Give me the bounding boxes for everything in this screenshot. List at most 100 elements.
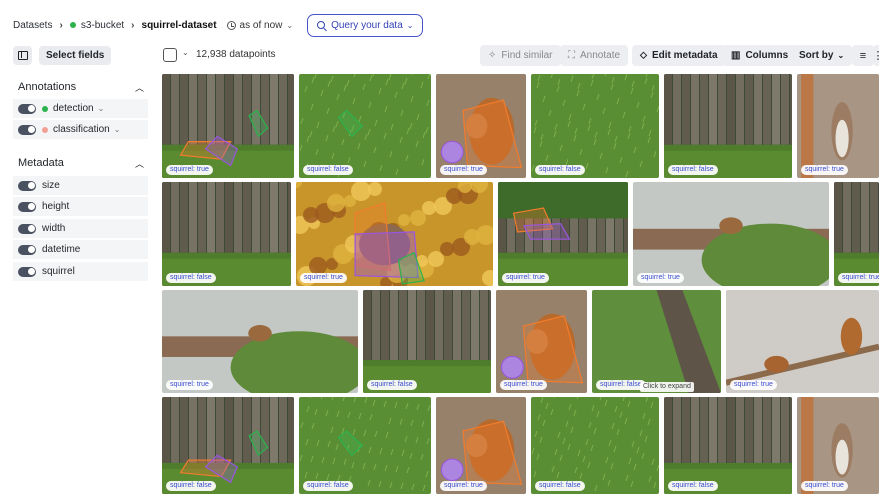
columns-button[interactable]: ▥ Columns: [723, 45, 797, 66]
chevron-right-icon: ›: [131, 19, 135, 31]
classification-tag: squirrel: false: [668, 165, 718, 175]
image-grid: squirrel: true squirrel: false squirrel: t…: [162, 74, 879, 494]
image-thumbnail: [162, 397, 294, 494]
classification-tag: squirrel: true: [166, 380, 213, 390]
image-tile[interactable]: squirrel: false: [363, 290, 491, 393]
image-tile[interactable]: squirrel: false: [299, 397, 431, 494]
classification-tag: squirrel: false: [596, 380, 646, 390]
annotation-label: detection: [53, 103, 94, 114]
classification-tag: squirrel: true: [440, 165, 487, 175]
image-thumbnail: [592, 290, 721, 393]
chevron-down-icon: ⌄: [837, 51, 845, 60]
list-view-icon[interactable]: ≡: [852, 45, 874, 66]
breadcrumb-bucket[interactable]: s3-bucket: [81, 20, 124, 31]
classification-tag: squirrel: false: [535, 165, 585, 175]
chevron-down-icon[interactable]: ⌄: [98, 104, 105, 113]
chevron-down-icon[interactable]: ⌄: [182, 48, 189, 57]
find-similar-label: Find similar: [501, 50, 553, 61]
search-icon: [317, 21, 326, 29]
image-tile[interactable]: squirrel: true: [834, 182, 879, 286]
image-tile[interactable]: squirrel: true: [436, 74, 526, 178]
image-tile[interactable]: squirrel: false: [531, 397, 659, 494]
image-thumbnail: [633, 182, 829, 286]
field-toggle[interactable]: [18, 103, 36, 114]
annotation-row-detection[interactable]: detection ⌄: [13, 99, 148, 119]
field-toggle[interactable]: [18, 180, 36, 191]
metadata-row-width[interactable]: width: [13, 219, 148, 239]
breadcrumb-dataset[interactable]: squirrel-dataset: [142, 20, 217, 31]
sparkle-icon: ✧: [488, 50, 497, 61]
image-tile[interactable]: squirrel: true: [726, 290, 879, 393]
classification-tag: squirrel: false: [166, 481, 216, 491]
annotate-icon: ⛶: [568, 50, 575, 61]
annotations-section-header[interactable]: Annotations ︿: [13, 77, 148, 97]
classification-tag: squirrel: false: [367, 380, 417, 390]
image-tile[interactable]: squirrel: false: [592, 290, 721, 393]
tag-icon: ⬦: [640, 50, 647, 61]
version-selector[interactable]: as of now ⌄: [226, 19, 293, 31]
select-all-checkbox[interactable]: [163, 48, 177, 62]
classification-tag: squirrel: true: [166, 165, 213, 175]
grid-view-icon[interactable]: ⋮: [873, 45, 879, 66]
version-label: as of now: [239, 19, 283, 31]
annotate-button[interactable]: ⛶ Annotate: [560, 45, 629, 66]
image-tile[interactable]: squirrel: true: [633, 182, 829, 286]
image-tile[interactable]: squirrel: false: [664, 74, 792, 178]
query-button-label: Query your data: [331, 19, 403, 31]
metadata-row-size[interactable]: size: [13, 176, 148, 196]
image-thumbnail: [496, 290, 587, 393]
field-toggle[interactable]: [18, 266, 36, 277]
sort-by-button[interactable]: Sort by ⌄: [791, 45, 853, 66]
image-tile[interactable]: squirrel: false: [664, 397, 792, 494]
metadata-row-datetime[interactable]: datetime: [13, 240, 148, 260]
metadata-title: Metadata: [18, 157, 64, 169]
image-tile[interactable]: squirrel: true: [162, 74, 294, 178]
query-data-button[interactable]: Query your data ⌄: [307, 13, 424, 37]
chevron-down-icon: ⌄: [406, 20, 414, 30]
image-tile[interactable]: squirrel: false: [162, 397, 294, 494]
classification-tag: squirrel: true: [730, 380, 777, 390]
classification-tag: squirrel: false: [166, 273, 216, 283]
metadata-label: size: [42, 180, 60, 191]
image-thumbnail: [436, 397, 526, 494]
image-tile[interactable]: squirrel: true: [498, 182, 628, 286]
metadata-label: squirrel: [42, 266, 75, 277]
select-fields-button[interactable]: Select fields: [39, 46, 112, 65]
find-similar-button[interactable]: ✧ Find similar: [480, 45, 561, 66]
classification-tag: squirrel: true: [801, 481, 848, 491]
field-toggle[interactable]: [18, 201, 36, 212]
metadata-row-height[interactable]: height: [13, 197, 148, 217]
grid-toolbar: ⌄ 12,938 datapoints ✧ Find similar ⛶ Ann…: [163, 45, 879, 66]
classification-tag: squirrel: true: [637, 273, 684, 283]
classification-tag: squirrel: true: [502, 273, 549, 283]
annotation-row-classification[interactable]: classification ⌄: [13, 120, 148, 140]
image-tile[interactable]: squirrel: true: [496, 290, 587, 393]
image-tile[interactable]: squirrel: false: [162, 182, 291, 286]
image-tile[interactable]: squirrel: true: [797, 74, 879, 178]
metadata-section-header[interactable]: Metadata ︿: [13, 153, 148, 173]
breadcrumb-datasets[interactable]: Datasets: [13, 20, 52, 31]
sidebar-panel-icon: [17, 51, 28, 60]
image-tile[interactable]: squirrel: false: [531, 74, 659, 178]
chevron-down-icon[interactable]: ⌄: [114, 125, 121, 134]
image-thumbnail: [296, 182, 493, 286]
image-tile[interactable]: squirrel: true: [296, 182, 493, 286]
edit-metadata-button[interactable]: ⬦ Edit metadata: [632, 45, 726, 66]
classification-tag: squirrel: false: [668, 481, 718, 491]
field-toggle[interactable]: [18, 223, 36, 234]
breadcrumb: Datasets › s3-bucket › squirrel-dataset …: [0, 0, 879, 50]
field-toggle[interactable]: [18, 124, 36, 135]
toggle-sidebar-button[interactable]: [13, 46, 32, 65]
click-to-expand-hint: Click to expand: [640, 382, 694, 392]
image-tile[interactable]: squirrel: true: [797, 397, 879, 494]
image-tile[interactable]: squirrel: true: [162, 290, 358, 393]
field-toggle[interactable]: [18, 244, 36, 255]
metadata-row-squirrel[interactable]: squirrel: [13, 262, 148, 282]
image-thumbnail: [162, 182, 291, 286]
image-thumbnail: [726, 290, 879, 393]
image-tile[interactable]: squirrel: true: [436, 397, 526, 494]
image-tile[interactable]: squirrel: false: [299, 74, 431, 178]
image-thumbnail: [531, 397, 659, 494]
metadata-label: datetime: [42, 244, 81, 255]
annotation-color-dot: [42, 105, 48, 112]
